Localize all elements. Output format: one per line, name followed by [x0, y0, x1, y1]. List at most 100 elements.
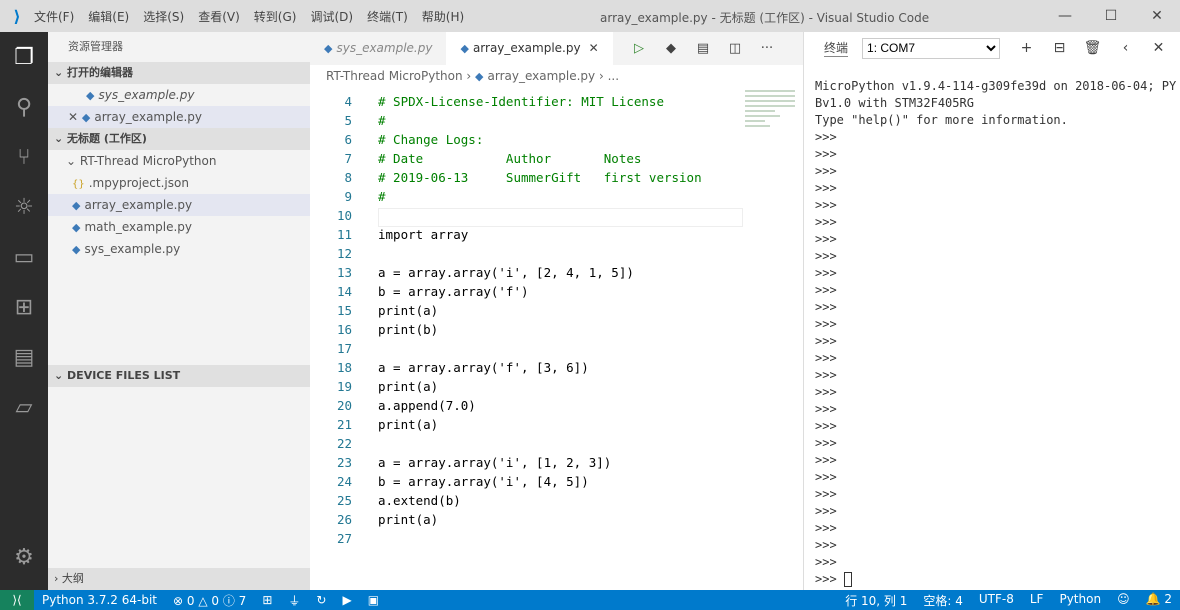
source-control-icon[interactable]: ⑂: [0, 132, 48, 182]
status-bar: ⟩⟨ Python 3.7.2 64-bit ⊗ 0 △ 0 ⓘ 7 ⊞ ⏚ ↻…: [0, 590, 1180, 610]
open-editor-item[interactable]: ◆ sys_example.py: [48, 84, 310, 106]
code-line[interactable]: print(a): [378, 379, 438, 394]
file-item[interactable]: {} .mpyproject.json: [48, 172, 310, 194]
explorer-icon[interactable]: ❐: [0, 32, 48, 82]
code-line[interactable]: b = array.array('f'): [378, 284, 529, 299]
problems-status[interactable]: ⊗ 0 △ 0 ⓘ 7: [173, 592, 246, 609]
folder-item[interactable]: ⌄ RT-Thread MicroPython: [48, 150, 310, 172]
indentation[interactable]: 空格: 4: [923, 592, 963, 609]
file-label: sys_example.py: [98, 88, 195, 102]
breadcrumb-file[interactable]: array_example.py: [488, 69, 596, 83]
title-bar: ⟩ 文件(F) 编辑(E) 选择(S) 查看(V) 转到(G) 调试(D) 终端(T) 帮助(…: [0, 0, 1180, 32]
line-number: 13: [336, 265, 352, 280]
menu-item[interactable]: 终端(T): [367, 10, 408, 24]
split-editor-icon[interactable]: ◫: [719, 32, 751, 65]
code-line[interactable]: print(a): [378, 417, 438, 432]
close-panel-icon[interactable]: ✕: [1142, 40, 1175, 56]
menu-item[interactable]: 文件(F): [34, 10, 74, 24]
terminal-output[interactable]: MicroPython v1.9.4-114-g309fe39d on 2018…: [815, 78, 1176, 588]
workspace-label: 无标题 (工作区): [67, 132, 147, 145]
binary-file-icon[interactable]: ▤: [687, 32, 719, 65]
menu-item[interactable]: 编辑(E): [88, 10, 129, 24]
chevron-left-icon[interactable]: ‹: [1109, 40, 1142, 56]
vscode-logo-icon: ⟩: [13, 6, 21, 26]
code-line[interactable]: #: [378, 189, 386, 204]
menu-item[interactable]: 帮助(H): [422, 10, 464, 24]
add-terminal-icon[interactable]: +: [1010, 40, 1043, 56]
debug-icon[interactable]: ☼: [0, 182, 48, 232]
outline-section[interactable]: › 大纲: [48, 568, 310, 590]
code-line[interactable]: #: [378, 113, 386, 128]
code-line[interactable]: a.extend(b): [378, 493, 461, 508]
code-line[interactable]: import array: [378, 227, 468, 242]
close-tab-icon[interactable]: ✕: [589, 41, 599, 55]
prompt-line: >>>: [815, 198, 837, 212]
python-interpreter[interactable]: Python 3.7.2 64-bit: [42, 593, 157, 607]
file-item[interactable]: ◆ sys_example.py: [48, 238, 310, 260]
minimap[interactable]: [745, 87, 795, 167]
run-icon[interactable]: ▶: [342, 593, 351, 607]
tab-array-example[interactable]: ◆ array_example.py ✕: [446, 32, 613, 65]
end-of-line[interactable]: LF: [1030, 592, 1044, 609]
sync-icon[interactable]: ↻: [316, 593, 326, 607]
code-line[interactable]: a = array.array('f', [3, 6]): [378, 360, 589, 375]
add-icon[interactable]: ⊞: [262, 593, 272, 607]
notifications[interactable]: 🔔 2: [1146, 592, 1172, 609]
code-line[interactable]: print(a): [378, 303, 438, 318]
notifications-count: 2: [1164, 591, 1172, 606]
file-item[interactable]: ◆ math_example.py: [48, 216, 310, 238]
prompt-line: >>>: [815, 487, 837, 501]
code-line[interactable]: a = array.array('i', [1, 2, 3]): [378, 455, 611, 470]
code-line[interactable]: print(a): [378, 512, 438, 527]
code-line[interactable]: b = array.array('i', [4, 5]): [378, 474, 589, 489]
terminal-panel: 终端 1: COM7 + ⊟ 🗑 ‹ ✕ MicroPython v1.9.4-…: [803, 32, 1180, 590]
split-terminal-icon[interactable]: ⊟: [1043, 40, 1076, 56]
close-icon[interactable]: ✕: [68, 110, 82, 124]
more-actions-icon[interactable]: ···: [751, 32, 783, 65]
tab-sys-example[interactable]: ◆ sys_example.py: [310, 32, 446, 65]
terminal-select[interactable]: 1: COM7: [862, 37, 1001, 59]
open-editor-item[interactable]: ✕ ◆ array_example.py: [48, 106, 310, 128]
line-number: 25: [336, 493, 352, 508]
device-files-section[interactable]: ⌄ DEVICE FILES LIST: [48, 365, 310, 387]
close-window-button[interactable]: ✕: [1134, 0, 1180, 32]
feedback-icon[interactable]: ☺: [1117, 592, 1130, 609]
code-line[interactable]: # Date Author Notes: [378, 151, 641, 166]
menu-item[interactable]: 转到(G): [254, 10, 297, 24]
run-icon[interactable]: ▷: [623, 32, 655, 65]
gear-icon[interactable]: ⚙: [0, 532, 48, 582]
terminal-banner: MicroPython v1.9.4-114-g309fe39d on 2018…: [815, 79, 1177, 127]
code-line[interactable]: # SPDX-License-Identifier: MIT License: [378, 94, 664, 109]
terminal-input-line[interactable]: >>>: [815, 571, 1176, 588]
code-line[interactable]: a = array.array('i', [2, 4, 1, 5]): [378, 265, 634, 280]
cursor-position[interactable]: 行 10, 列 1: [845, 592, 907, 609]
workspace-section[interactable]: ⌄ 无标题 (工作区): [48, 128, 310, 150]
minimize-button[interactable]: —: [1042, 0, 1088, 32]
file-item[interactable]: ◆ array_example.py: [48, 194, 310, 216]
device-files-icon[interactable]: ▱: [0, 382, 48, 432]
git-compare-icon[interactable]: ◆: [655, 32, 687, 65]
open-editors-section[interactable]: ⌄ 打开的编辑器: [48, 62, 310, 84]
terminal-tab[interactable]: 终端: [824, 39, 849, 57]
menu-item[interactable]: 调试(D): [310, 10, 353, 24]
stop-icon[interactable]: ▣: [368, 593, 379, 607]
breadcrumb-folder[interactable]: RT-Thread MicroPython: [326, 69, 463, 83]
plug-icon[interactable]: ⏚: [288, 592, 300, 609]
maximize-button[interactable]: ☐: [1088, 0, 1134, 32]
menu-item[interactable]: 查看(V): [198, 10, 240, 24]
line-number: 22: [336, 436, 352, 451]
trash-icon[interactable]: 🗑: [1076, 40, 1109, 56]
notebook-icon[interactable]: ▤: [0, 332, 48, 382]
language-mode[interactable]: Python: [1059, 592, 1101, 609]
code-line[interactable]: a.append(7.0): [378, 398, 476, 413]
search-icon[interactable]: ⚲: [0, 82, 48, 132]
encoding[interactable]: UTF-8: [979, 592, 1014, 609]
menu-item[interactable]: 选择(S): [143, 10, 184, 24]
code-line[interactable]: # Change Logs:: [378, 132, 483, 147]
code-line[interactable]: print(b): [378, 322, 438, 337]
remote-status-icon[interactable]: ⟩⟨: [0, 590, 34, 610]
code-line[interactable]: # 2019-06-13 SummerGift first version: [378, 170, 702, 185]
extensions-icon[interactable]: ⊞: [0, 282, 48, 332]
remote-icon[interactable]: ▭: [0, 232, 48, 282]
breadcrumb-more[interactable]: ...: [608, 69, 619, 83]
